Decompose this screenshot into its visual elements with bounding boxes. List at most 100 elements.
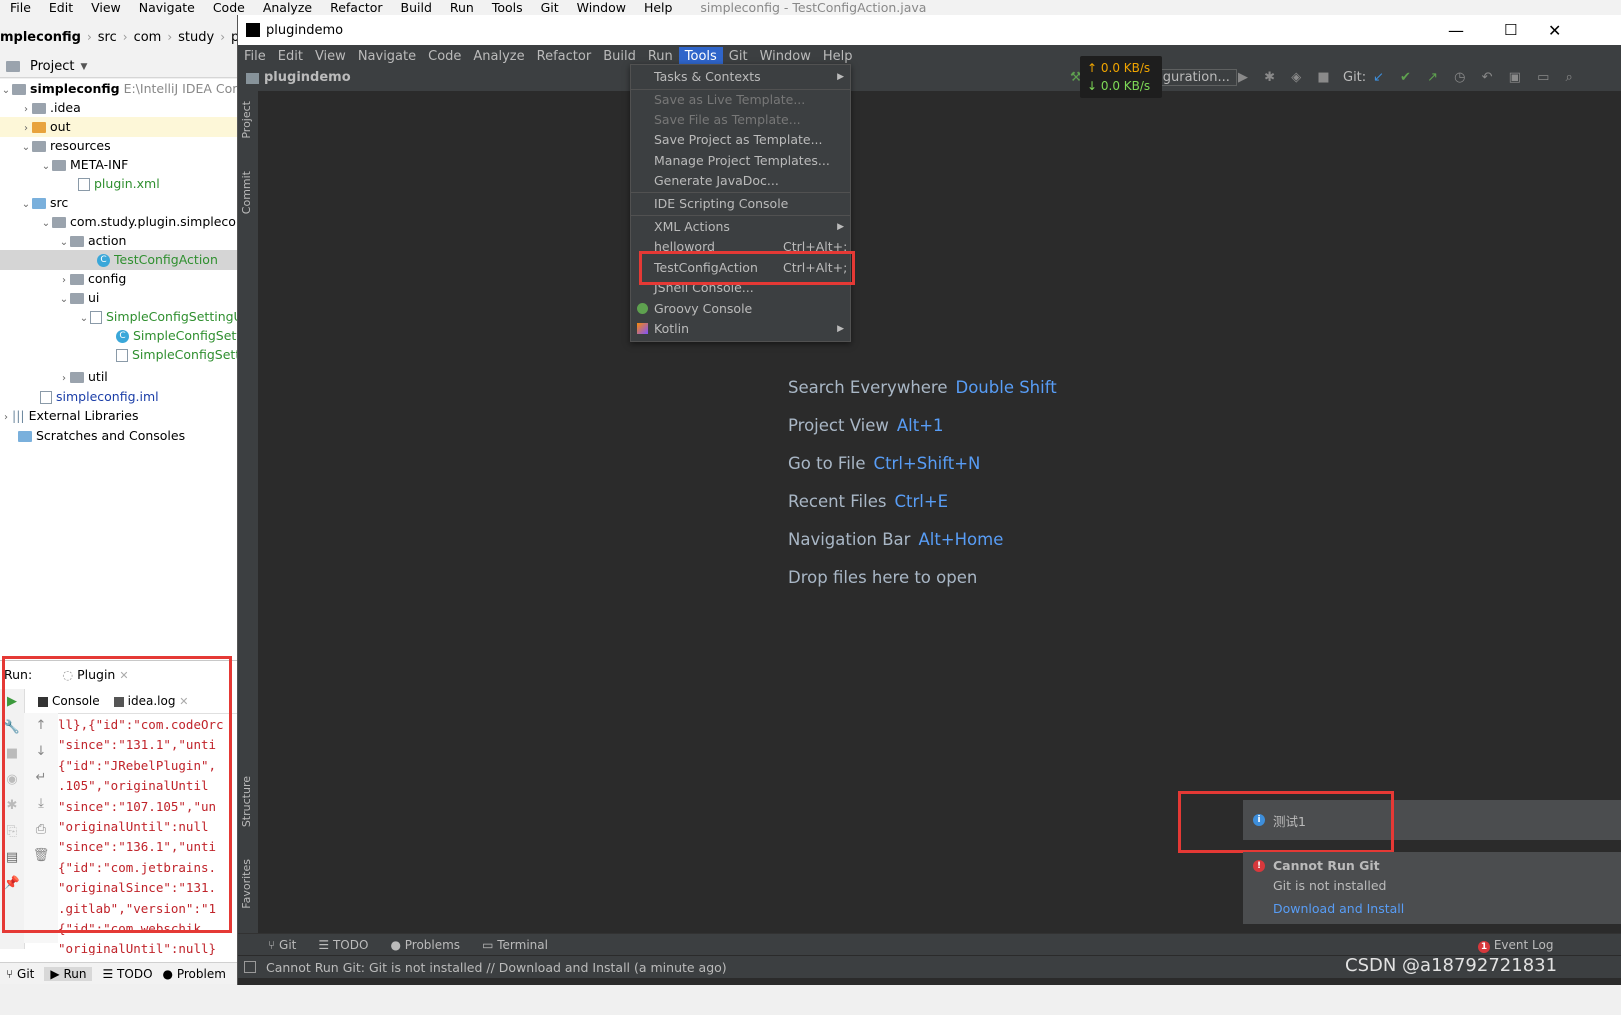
menu-git[interactable]: Git bbox=[723, 47, 754, 66]
status-window-icon[interactable] bbox=[244, 961, 256, 973]
tree-item-util[interactable]: › util bbox=[0, 367, 245, 387]
menu-refactor[interactable]: Refactor bbox=[531, 47, 598, 66]
notification-git-error[interactable]: ! Cannot Run Git Git is not installed Do… bbox=[1243, 852, 1621, 924]
project-structure-icon[interactable]: ▣ bbox=[1509, 70, 1521, 85]
menu-item-xml-actions[interactable]: XML Actions ▶ bbox=[631, 217, 850, 237]
project-tool-header[interactable]: Project ▼ bbox=[0, 56, 245, 78]
crumb-project[interactable]: mpleconfig bbox=[0, 30, 81, 45]
tree-item-src[interactable]: ⌄ src bbox=[0, 193, 245, 213]
bg-menu-analyze[interactable]: Analyze bbox=[263, 0, 312, 15]
stop-icon[interactable]: ■ bbox=[1317, 70, 1329, 85]
bg-menu-window[interactable]: Window bbox=[577, 0, 626, 15]
git-commit-icon[interactable]: ✔ bbox=[1400, 70, 1411, 85]
menu-view[interactable]: View bbox=[309, 47, 352, 66]
tree-item-settings-form[interactable]: SimpleConfigSettin bbox=[0, 345, 245, 365]
rollback-icon[interactable]: ↶ bbox=[1482, 70, 1493, 85]
debug-icon[interactable]: ✱ bbox=[1264, 70, 1275, 85]
nav-project-name[interactable]: plugindemo bbox=[264, 70, 351, 85]
menu-item-ide-scripting-console[interactable]: IDE Scripting Console bbox=[631, 194, 850, 214]
tree-item-simpleconfig[interactable]: ⌄ simpleconfig E:\IntelliJ IDEA Comm bbox=[0, 79, 245, 99]
tree-item-testconfigaction[interactable]: C TestConfigAction bbox=[0, 250, 245, 270]
bottom-tab-terminal[interactable]: ▭ Terminal bbox=[482, 938, 548, 952]
status-message[interactable]: Cannot Run Git: Git is not installed // … bbox=[266, 960, 727, 975]
crumb-src[interactable]: src bbox=[98, 30, 117, 45]
close-button[interactable]: ✕ bbox=[1548, 21, 1561, 40]
bottom-tab-todo[interactable]: ☰ TODO bbox=[102, 967, 152, 981]
menu-window[interactable]: Window bbox=[754, 47, 817, 66]
search-icon[interactable]: ⌕ bbox=[1566, 70, 1573, 85]
maximize-button[interactable]: ☐ bbox=[1504, 21, 1517, 39]
menu-item-save-project-template[interactable]: Save Project as Template... bbox=[631, 130, 850, 150]
tree-item-out[interactable]: › out bbox=[0, 117, 245, 137]
folder-icon bbox=[32, 103, 46, 114]
bg-menu-code[interactable]: Code bbox=[213, 0, 245, 15]
bg-menu-tools[interactable]: Tools bbox=[492, 0, 523, 15]
tree-item-external-libraries[interactable]: › ||| External Libraries bbox=[0, 406, 245, 426]
bg-menu-help[interactable]: Help bbox=[644, 0, 673, 15]
class-icon: C bbox=[116, 330, 129, 343]
tree-item-settings-class[interactable]: C SimpleConfigSettin bbox=[0, 326, 245, 346]
tree-item-form-group[interactable]: ⌄ SimpleConfigSettingU bbox=[0, 307, 245, 327]
menu-edit[interactable]: Edit bbox=[272, 47, 309, 66]
tree-item-config[interactable]: › config bbox=[0, 269, 245, 289]
minimize-button[interactable]: — bbox=[1448, 21, 1464, 40]
git-update-icon[interactable]: ↙ bbox=[1373, 70, 1384, 85]
chevron-down-icon[interactable]: ▼ bbox=[80, 62, 87, 72]
menu-item-manage-templates[interactable]: Manage Project Templates... bbox=[631, 151, 850, 171]
menu-item-tasks-contexts[interactable]: Tasks & Contexts ▶ bbox=[631, 67, 850, 87]
tree-item-scratches[interactable]: Scratches and Consoles bbox=[0, 426, 245, 446]
crumb-study[interactable]: study bbox=[178, 30, 214, 45]
history-icon[interactable]: ◷ bbox=[1454, 70, 1465, 85]
menu-tools[interactable]: Tools bbox=[678, 46, 723, 66]
bottom-tab-run[interactable]: ▶ Run bbox=[44, 966, 93, 981]
sidebar-tab-favorites[interactable]: Favorites bbox=[240, 859, 253, 909]
coverage-icon[interactable]: ◈ bbox=[1291, 70, 1301, 85]
tree-item-ui[interactable]: ⌄ ui bbox=[0, 288, 245, 308]
menu-help[interactable]: Help bbox=[817, 47, 859, 66]
bottom-tab-problems[interactable]: ● Problem bbox=[163, 967, 226, 981]
tree-item-package[interactable]: ⌄ com.study.plugin.simpleconfi bbox=[0, 212, 245, 232]
bottom-tab-todo[interactable]: ☰ TODO bbox=[318, 938, 368, 952]
menu-build[interactable]: Build bbox=[597, 47, 642, 66]
menu-run[interactable]: Run bbox=[642, 47, 679, 66]
tree-item-plugin-xml[interactable]: plugin.xml bbox=[0, 174, 245, 194]
sidebar-tab-commit[interactable]: Commit bbox=[240, 171, 253, 214]
tree-item-idea[interactable]: › .idea bbox=[0, 98, 245, 118]
problems-icon: ● bbox=[390, 938, 401, 952]
bottom-tab-problems[interactable]: ● Problems bbox=[390, 938, 460, 952]
git-push-icon[interactable]: ↗ bbox=[1427, 70, 1438, 85]
bg-menu-edit[interactable]: Edit bbox=[49, 0, 73, 15]
tree-item-action[interactable]: ⌄ action bbox=[0, 231, 245, 251]
menu-item-save-live-template[interactable]: Save as Live Template... bbox=[631, 90, 850, 110]
bg-menu-view[interactable]: View bbox=[91, 0, 121, 15]
bg-menu-git[interactable]: Git bbox=[541, 0, 559, 15]
crumb-com[interactable]: com bbox=[134, 30, 162, 45]
menu-navigate[interactable]: Navigate bbox=[352, 47, 422, 66]
bg-menu-file[interactable]: File bbox=[10, 0, 31, 15]
bg-menu-navigate[interactable]: Navigate bbox=[139, 0, 195, 15]
sidebar-tab-structure[interactable]: Structure bbox=[240, 776, 253, 827]
menu-analyze[interactable]: Analyze bbox=[467, 47, 530, 66]
tab-label: Problem bbox=[176, 966, 226, 981]
chevron-right-icon[interactable]: › bbox=[58, 369, 70, 389]
presentation-icon[interactable]: ▭ bbox=[1537, 70, 1549, 85]
menu-file[interactable]: File bbox=[238, 47, 272, 66]
tree-item-iml[interactable]: simpleconfig.iml bbox=[0, 387, 245, 407]
bottom-tab-git[interactable]: ⑂ Git bbox=[6, 967, 34, 981]
bg-menu-refactor[interactable]: Refactor bbox=[330, 0, 382, 15]
bg-menu-build[interactable]: Build bbox=[401, 0, 432, 15]
bottom-tab-git[interactable]: ⑂ Git bbox=[268, 938, 296, 952]
bg-menu-run[interactable]: Run bbox=[450, 0, 474, 15]
tree-item-meta-inf[interactable]: ⌄ META-INF bbox=[0, 155, 245, 175]
menu-item-kotlin[interactable]: Kotlin ▶ bbox=[631, 319, 850, 339]
sidebar-tab-project[interactable]: Project bbox=[240, 101, 253, 139]
event-log-button[interactable]: 1 Event Log bbox=[1478, 938, 1553, 953]
menu-code[interactable]: Code bbox=[422, 47, 467, 66]
tree-item-resources[interactable]: ⌄ resources bbox=[0, 136, 245, 156]
menu-item-generate-javadoc[interactable]: Generate JavaDoc... bbox=[631, 171, 850, 191]
menu-item-groovy-console[interactable]: Groovy Console bbox=[631, 299, 850, 319]
chevron-right-icon[interactable]: › bbox=[0, 408, 12, 428]
run-icon[interactable]: ▶ bbox=[1238, 70, 1248, 85]
download-install-link[interactable]: Download and Install bbox=[1273, 901, 1404, 916]
menu-item-save-file-template[interactable]: Save File as Template... bbox=[631, 110, 850, 130]
